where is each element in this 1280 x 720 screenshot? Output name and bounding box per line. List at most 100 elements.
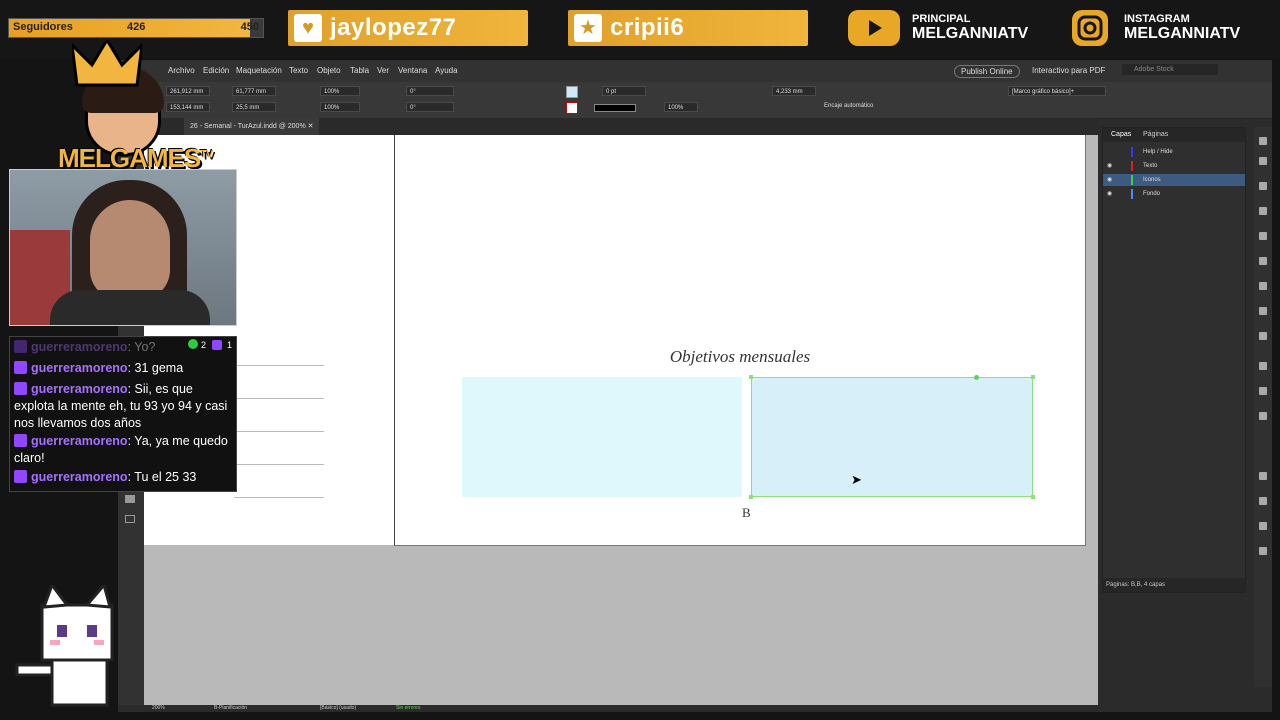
follower-label: Seguidores bbox=[13, 21, 73, 33]
selection-handle[interactable] bbox=[1031, 375, 1035, 379]
layer-row[interactable]: ◉ Fondo bbox=[1103, 188, 1245, 200]
stroke-weight-field[interactable]: 0 pt bbox=[602, 86, 646, 96]
document-tab-bar: 26 - Semanal - TurAzul.indd @ 200% ✕ bbox=[118, 118, 1098, 135]
gap-field[interactable]: 4,233 mm bbox=[772, 86, 816, 96]
menu-archivo[interactable]: Archivo bbox=[168, 66, 195, 75]
profile-status: [Básico] (usado) bbox=[320, 705, 357, 711]
width-field[interactable]: 61,777 mm bbox=[232, 86, 276, 96]
tool-icon[interactable] bbox=[125, 495, 135, 503]
panel-icon[interactable] bbox=[1259, 472, 1267, 480]
writing-line bbox=[234, 464, 324, 465]
rotation-field[interactable]: 0° bbox=[406, 86, 454, 96]
layer-name: Fondo bbox=[1143, 191, 1161, 197]
eye-icon[interactable]: ◉ bbox=[1107, 188, 1112, 200]
right-icon-strip bbox=[1254, 127, 1272, 687]
layer-row[interactable]: Help / Hide bbox=[1103, 146, 1245, 158]
follower-goal-bar: Seguidores 426 450 bbox=[8, 18, 264, 38]
workspace-switcher[interactable]: Interactivo para PDF bbox=[1032, 66, 1105, 75]
mode-icon[interactable] bbox=[125, 515, 135, 523]
height-field[interactable]: 25,5 mm bbox=[232, 102, 276, 112]
eye-icon[interactable]: ◉ bbox=[1107, 160, 1112, 172]
panel-icon[interactable] bbox=[1259, 362, 1267, 370]
latest-sub-name: cripii6 bbox=[610, 14, 685, 41]
autofit-checkbox[interactable]: Encaje automático bbox=[824, 103, 873, 109]
publish-online-button[interactable]: Publish Online bbox=[954, 65, 1020, 78]
panel-icon[interactable] bbox=[1259, 157, 1267, 165]
panel-icon[interactable] bbox=[1259, 182, 1267, 190]
goal-box-right-selected[interactable]: ➤ bbox=[749, 375, 1035, 499]
tab-paginas[interactable]: Páginas bbox=[1143, 131, 1168, 138]
scale-y-field[interactable]: 100% bbox=[320, 102, 360, 112]
panel-icon[interactable] bbox=[1259, 522, 1267, 530]
chat-user: guerreramoreno bbox=[31, 340, 128, 354]
preflight-status[interactable]: Sin errores bbox=[396, 705, 420, 711]
panel-footer: Páginas: B,B, 4 capas bbox=[1103, 578, 1245, 592]
object-style-select[interactable]: [Marco gráfico básico]+ bbox=[1008, 86, 1106, 96]
selection-handle[interactable] bbox=[749, 495, 753, 499]
panel-icon[interactable] bbox=[1259, 282, 1267, 290]
instagram-icon bbox=[1072, 10, 1108, 46]
layer-color bbox=[1131, 175, 1133, 185]
panel-icon[interactable] bbox=[1259, 497, 1267, 505]
panel-icon[interactable] bbox=[1259, 232, 1267, 240]
panel-icon[interactable] bbox=[1259, 257, 1267, 265]
eye-icon[interactable]: ◉ bbox=[1107, 174, 1112, 186]
stroke-style-swatch[interactable] bbox=[594, 104, 636, 112]
y-field[interactable]: 153,144 mm bbox=[166, 102, 210, 112]
zoom-level[interactable]: 200% bbox=[152, 705, 165, 711]
page-heading: Objetivos mensuales bbox=[669, 347, 811, 366]
stroke-swatch[interactable] bbox=[566, 102, 578, 114]
panel-icon[interactable] bbox=[1259, 412, 1267, 420]
menu-objeto[interactable]: Objeto bbox=[317, 66, 341, 75]
scale-x-field[interactable]: 100% bbox=[320, 86, 360, 96]
panel-icon[interactable] bbox=[1259, 307, 1267, 315]
panel-icon[interactable] bbox=[1259, 137, 1267, 145]
star-icon: ★ bbox=[574, 14, 602, 42]
heart-icon: ♥ bbox=[294, 14, 322, 42]
menu-ayuda[interactable]: Ayuda bbox=[435, 66, 458, 75]
menu-tabla[interactable]: Tabla bbox=[350, 66, 369, 75]
page-selector[interactable]: B-Planificación bbox=[214, 705, 247, 711]
youtube-icon bbox=[848, 10, 900, 46]
fill-swatch[interactable] bbox=[566, 86, 578, 98]
corner-radius-handle[interactable] bbox=[974, 375, 979, 380]
writing-line bbox=[234, 398, 324, 399]
panel-icon[interactable] bbox=[1259, 207, 1267, 215]
panel-icon[interactable] bbox=[1259, 332, 1267, 340]
layer-row[interactable]: ◉ Texto bbox=[1103, 160, 1245, 172]
menu-maquetacion[interactable]: Maquetación bbox=[236, 66, 282, 75]
cursor-arrow-icon: ➤ bbox=[851, 472, 862, 487]
writing-line bbox=[234, 365, 324, 366]
chat-user: guerreramoreno bbox=[31, 434, 128, 448]
tab-capas[interactable]: Capas bbox=[1111, 131, 1131, 138]
indesign-window: ⌂ Archivo Edición Maquetación Texto Obje… bbox=[118, 60, 1272, 712]
menu-ver[interactable]: Ver bbox=[377, 66, 389, 75]
panel-icon[interactable] bbox=[1259, 547, 1267, 555]
menu-edicion[interactable]: Edición bbox=[203, 66, 229, 75]
menu-ventana[interactable]: Ventana bbox=[398, 66, 427, 75]
chat-message: guerreramoreno: Sii, es que explota la m… bbox=[14, 382, 228, 430]
status-bar: 200% B-Planificación [Básico] (usado) Si… bbox=[144, 705, 1098, 712]
logo-tv: TV bbox=[200, 148, 213, 161]
selection-handle[interactable] bbox=[1031, 495, 1035, 499]
right-page: Objetivos mensuales ➤ B bbox=[394, 135, 1086, 546]
layer-name: Help / Hide bbox=[1143, 149, 1173, 155]
chat-text: Yo? bbox=[134, 340, 156, 354]
adobe-stock-search[interactable]: Adobe Stock bbox=[1122, 64, 1218, 75]
chat-message: guerreramoreno: Yo? bbox=[14, 339, 232, 356]
layer-name: Texto bbox=[1143, 163, 1158, 169]
chat-message: guerreramoreno: 31 gema bbox=[14, 360, 232, 377]
document-tab[interactable]: 26 - Semanal - TurAzul.indd @ 200% ✕ bbox=[184, 118, 320, 135]
chat-user: guerreramoreno bbox=[31, 361, 128, 375]
control-bar: 261,912 mm 153,144 mm 61,777 mm 25,5 mm … bbox=[118, 82, 1272, 119]
goal-box-left[interactable] bbox=[462, 377, 742, 497]
x-field[interactable]: 261,912 mm bbox=[166, 86, 210, 96]
shear-field[interactable]: 0° bbox=[406, 102, 454, 112]
layer-row-selected[interactable]: ◉ Iconos bbox=[1103, 174, 1245, 186]
document-canvas[interactable]: Objetivos mensuales ➤ B bbox=[144, 135, 1098, 705]
menu-texto[interactable]: Texto bbox=[289, 66, 308, 75]
layers-panel: Capas Páginas Help / Hide ◉ Texto ◉ Iconos… bbox=[1102, 127, 1246, 593]
opacity-field[interactable]: 100% bbox=[664, 102, 698, 112]
selection-handle[interactable] bbox=[749, 375, 753, 379]
panel-icon[interactable] bbox=[1259, 387, 1267, 395]
